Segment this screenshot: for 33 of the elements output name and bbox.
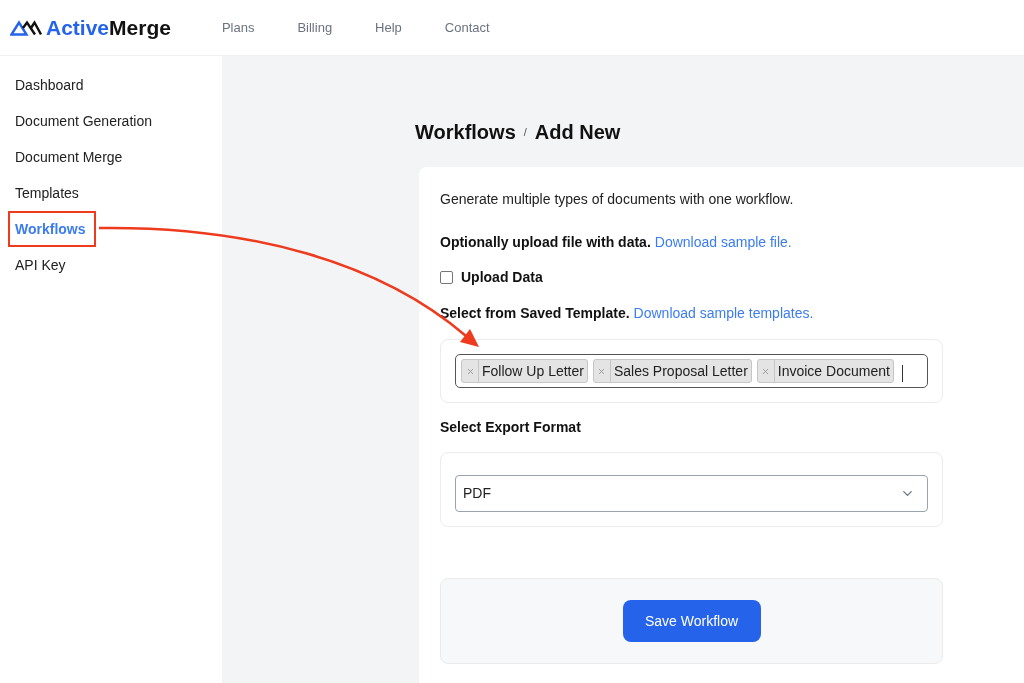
sidebar-item[interactable]: Workflows — [15, 219, 86, 239]
page-title: Add New — [534, 120, 621, 144]
tag-input-field[interactable]: Follow Up Letter Sales Proposal Letter Invoice Document — [455, 354, 928, 388]
tag-label: Invoice Document — [776, 362, 891, 381]
sidebar-item[interactable]: Dashboard — [15, 75, 84, 95]
intro-text: Generate multiple types of documents with one workflow. — [440, 190, 795, 209]
sidebar-item[interactable]: API Key — [15, 255, 66, 275]
section-label: Optionally upload file with data. — [440, 233, 651, 252]
download-link[interactable]: Download sample file. — [654, 232, 792, 252]
sidebar-item[interactable]: Document Merge — [15, 147, 123, 167]
page-title: Workflows — [415, 120, 516, 144]
download-link[interactable]: Download sample templates. — [633, 303, 814, 323]
nav-link[interactable]: Billing — [297, 17, 333, 38]
nav-link[interactable]: Help — [375, 17, 402, 38]
sidebar-item[interactable]: Templates — [15, 183, 79, 203]
close-icon — [597, 366, 607, 376]
section-label: Select Export Format — [440, 418, 582, 437]
nav-link[interactable]: Plans — [221, 17, 255, 38]
save-workflow-button[interactable]: Save Workflow — [622, 600, 761, 642]
breadcrumb-separator: / — [523, 124, 527, 140]
tag-label: Follow Up Letter — [481, 362, 585, 381]
checkbox-label: Upload Data — [461, 267, 543, 287]
nav-link[interactable]: Contact — [444, 17, 490, 38]
mountain-logo-icon — [10, 19, 42, 36]
text-cursor-icon — [901, 364, 903, 382]
close-icon — [761, 366, 771, 376]
checkbox[interactable] — [440, 270, 453, 284]
tag-label: Sales Proposal Letter — [612, 362, 749, 381]
brand-logo-text: ActiveMerge — [46, 15, 171, 40]
sidebar-item[interactable]: Document Generation — [15, 111, 152, 131]
close-icon — [465, 366, 475, 376]
export-format-select[interactable]: PDF — [455, 475, 928, 512]
section-label: Select from Saved Template. — [440, 304, 630, 323]
